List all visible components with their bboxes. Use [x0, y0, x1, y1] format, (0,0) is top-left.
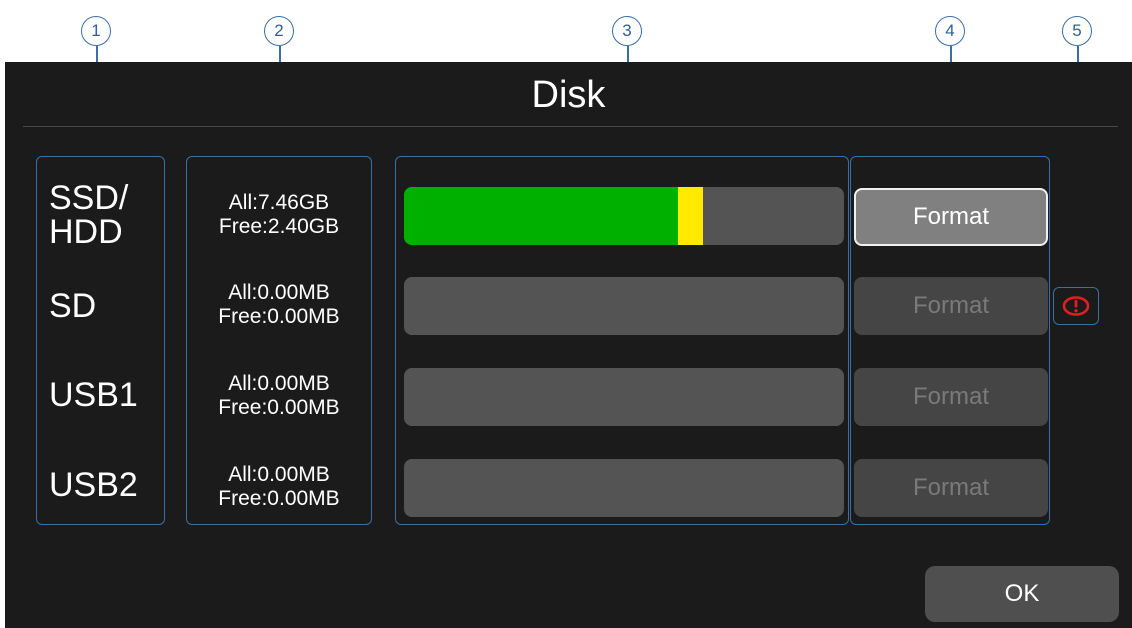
- callout-2: 2: [264, 16, 294, 46]
- device-name-sd: SD: [49, 287, 97, 325]
- capacity-usb2: All:0.00MB Free:0.00MB: [187, 463, 371, 511]
- usage-bar-fill: [404, 187, 679, 245]
- disk-dialog: Disk SSD/ HDD SD USB1 USB2 All:7.46GB Fr…: [5, 62, 1132, 628]
- capacity-sd: All:0.00MB Free:0.00MB: [187, 281, 371, 329]
- usage-bar-usb1: [404, 368, 844, 426]
- capacity-free: Free:2.40GB: [218, 215, 340, 238]
- usage-bar-ssd-hdd: [404, 187, 844, 245]
- callout-5: 5: [1062, 16, 1092, 46]
- capacity-usb1: All:0.00MB Free:0.00MB: [187, 372, 371, 420]
- format-button-ssd-hdd[interactable]: Format: [854, 188, 1048, 246]
- usage-bar-marker: [678, 187, 704, 245]
- capacity-all: All:0.00MB: [228, 281, 330, 304]
- usage-bar-usb2: [404, 459, 844, 517]
- format-button-sd[interactable]: Format: [854, 277, 1048, 335]
- device-name-line1: SSD/: [49, 179, 129, 217]
- capacity-all: All:0.00MB: [228, 372, 330, 395]
- usage-panel: [395, 156, 849, 525]
- page-title: Disk: [531, 74, 606, 116]
- callout-3: 3: [612, 16, 642, 46]
- title-divider: [23, 126, 1118, 127]
- format-button-usb1[interactable]: Format: [854, 368, 1048, 426]
- warning-icon: [1062, 296, 1090, 316]
- capacity-panel: All:7.46GB Free:2.40GB All:0.00MB Free:0…: [186, 156, 372, 525]
- device-name-usb1: USB1: [49, 376, 138, 414]
- capacity-all: All:0.00MB: [228, 463, 330, 486]
- capacity-free: Free:0.00MB: [218, 396, 340, 419]
- format-panel: Format Format Format Format: [850, 156, 1050, 525]
- format-button-usb2[interactable]: Format: [854, 459, 1048, 517]
- capacity-ssd-hdd: All:7.46GB Free:2.40GB: [187, 191, 371, 239]
- usage-bar-sd: [404, 277, 844, 335]
- device-name-ssd-hdd: SSD/ HDD: [49, 181, 128, 249]
- capacity-free: Free:0.00MB: [218, 487, 340, 510]
- ok-button[interactable]: OK: [925, 566, 1119, 622]
- device-name-panel: SSD/ HDD SD USB1 USB2: [36, 156, 165, 525]
- capacity-free: Free:0.00MB: [218, 305, 340, 328]
- device-name-usb2: USB2: [49, 466, 138, 504]
- sd-status-indicator: [1053, 287, 1099, 325]
- callout-4: 4: [935, 16, 965, 46]
- device-name-line2: HDD: [49, 213, 123, 251]
- capacity-all: All:7.46GB: [228, 191, 330, 214]
- callout-1: 1: [81, 16, 111, 46]
